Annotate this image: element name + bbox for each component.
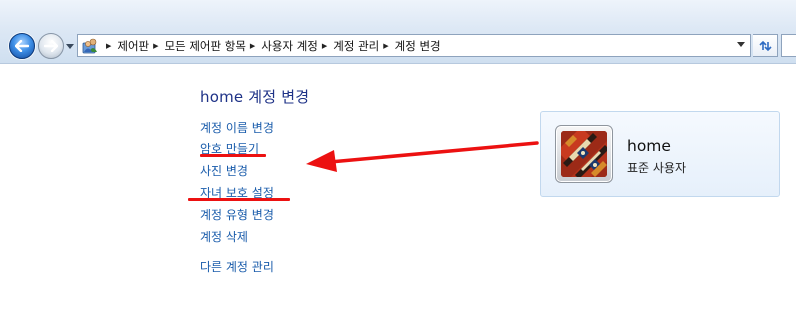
avatar [555, 125, 613, 183]
account-card: home 표준 사용자 [540, 111, 780, 197]
account-type: 표준 사용자 [627, 161, 687, 175]
carpet-avatar-icon [561, 131, 607, 177]
account-name: home [627, 137, 671, 155]
